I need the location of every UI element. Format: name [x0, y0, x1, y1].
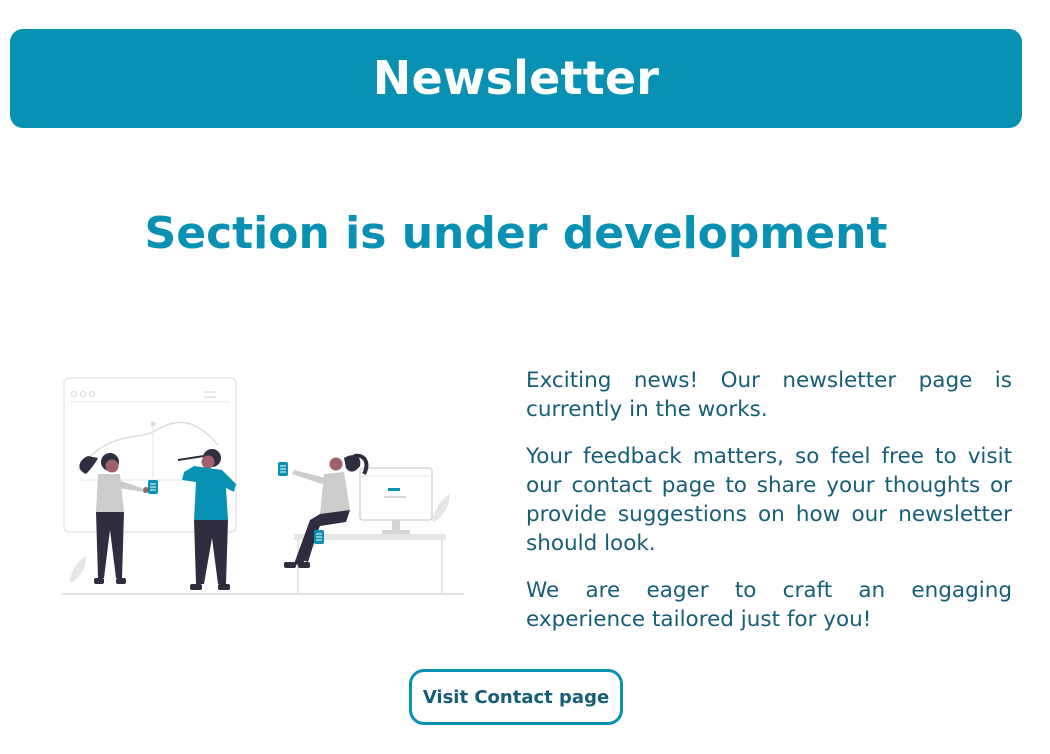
paragraph-closing: We are eager to craft an engaging experi… [526, 578, 1012, 632]
under-development-heading: Section is under development [144, 208, 888, 259]
description-text: Exciting news! Our newsletter page is cu… [526, 366, 1012, 652]
leaf-right [432, 494, 450, 522]
page-title: Newsletter [372, 50, 660, 105]
team-collaboration-illustration [62, 377, 464, 595]
person-woman-sitting [278, 453, 369, 568]
person-woman-left [79, 453, 158, 584]
leaf-left [70, 556, 86, 582]
person-man-center [177, 449, 236, 590]
paragraph-feedback: Your feedback matters, so feel free to v… [526, 444, 1012, 556]
newsletter-page: Newsletter Section is under development [0, 0, 1050, 754]
header-bar: Newsletter [10, 29, 1022, 128]
paragraph-intro: Exciting news! Our newsletter page is cu… [526, 368, 1012, 422]
visit-contact-page-button[interactable]: Visit Contact page [409, 669, 623, 725]
